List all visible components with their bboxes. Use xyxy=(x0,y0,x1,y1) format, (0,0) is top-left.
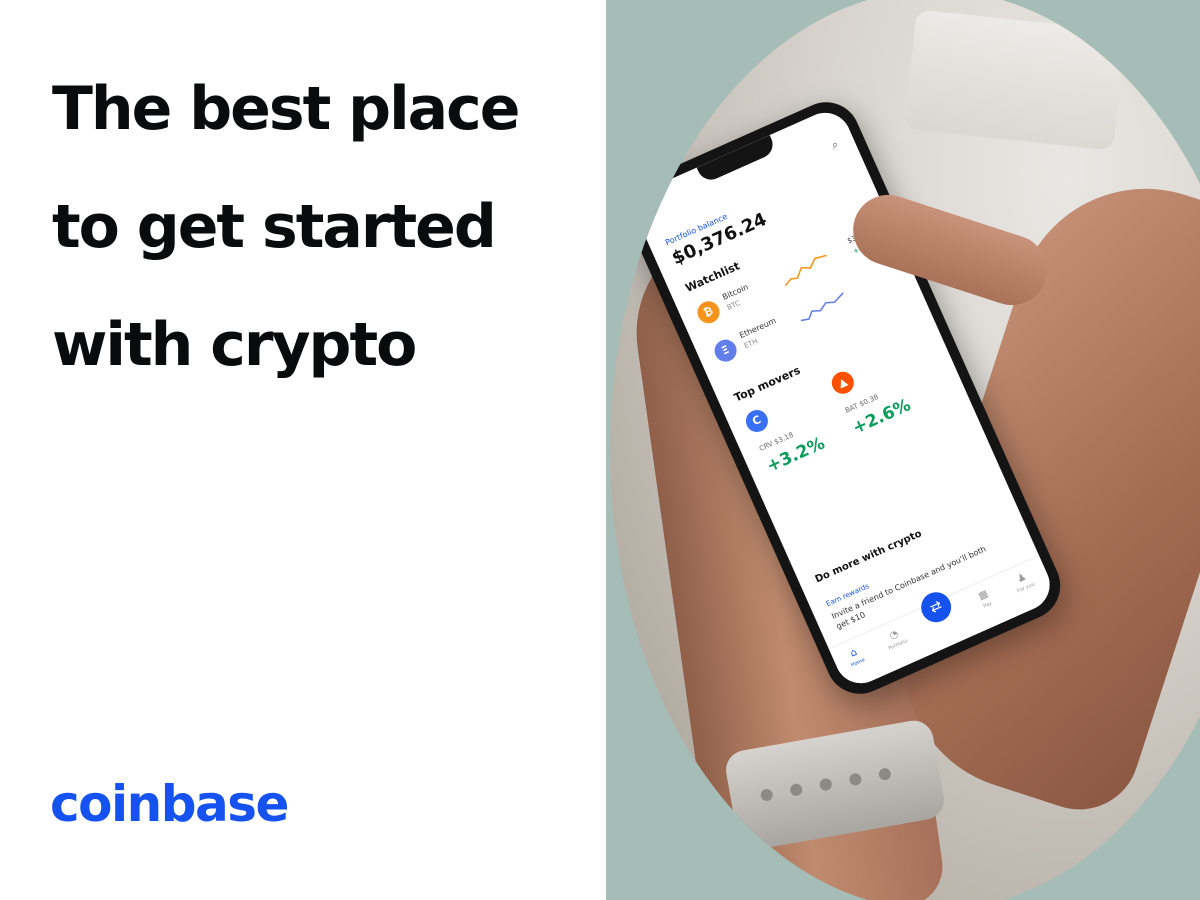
trade-icon: ⇄ xyxy=(927,597,945,617)
coin-icon: ▲ xyxy=(828,368,858,398)
phone-notch xyxy=(696,135,778,185)
ethereum-icon: Ξ xyxy=(711,336,741,366)
home-icon: ⌂ xyxy=(848,646,859,660)
headline-line-1: The best place xyxy=(52,74,520,144)
coinbase-logo[interactable]: coinbase xyxy=(50,775,289,833)
ethereum-sparkline xyxy=(800,292,844,322)
coin-icon: C xyxy=(742,406,772,436)
background-object xyxy=(904,9,1126,151)
headline-line-3: with crypto xyxy=(52,310,417,380)
asset-ticker: BTC xyxy=(725,299,742,312)
headline-line-2: to get started xyxy=(52,192,497,262)
hands-holding-phone-photo: ⌕ Portfolio balance $0,376.24 Watchlist … xyxy=(610,0,1200,900)
bitcoin-sparkline xyxy=(784,254,827,287)
tab-portfolio[interactable]: ◔ Portfolio xyxy=(878,624,913,654)
bitcoin-icon: ₿ xyxy=(693,297,724,327)
portfolio-icon: ◔ xyxy=(887,628,901,643)
ad-copy-panel: The best place to get started with crypt… xyxy=(0,0,606,900)
profile-icon: ♟ xyxy=(1015,571,1029,586)
search-icon: ⌕ xyxy=(828,136,841,153)
tab-for-you[interactable]: ♟ For you xyxy=(1006,567,1041,597)
headline: The best place to get started with crypt… xyxy=(52,50,592,404)
photo-panel: ⌕ Portfolio balance $0,376.24 Watchlist … xyxy=(606,0,1200,900)
asset-name: Ethereum xyxy=(738,316,778,341)
tab-home[interactable]: ⌂ Home xyxy=(838,642,873,672)
tab-pay[interactable]: ▦ Pay xyxy=(968,584,1003,614)
asset-ticker: ETH xyxy=(742,337,759,351)
